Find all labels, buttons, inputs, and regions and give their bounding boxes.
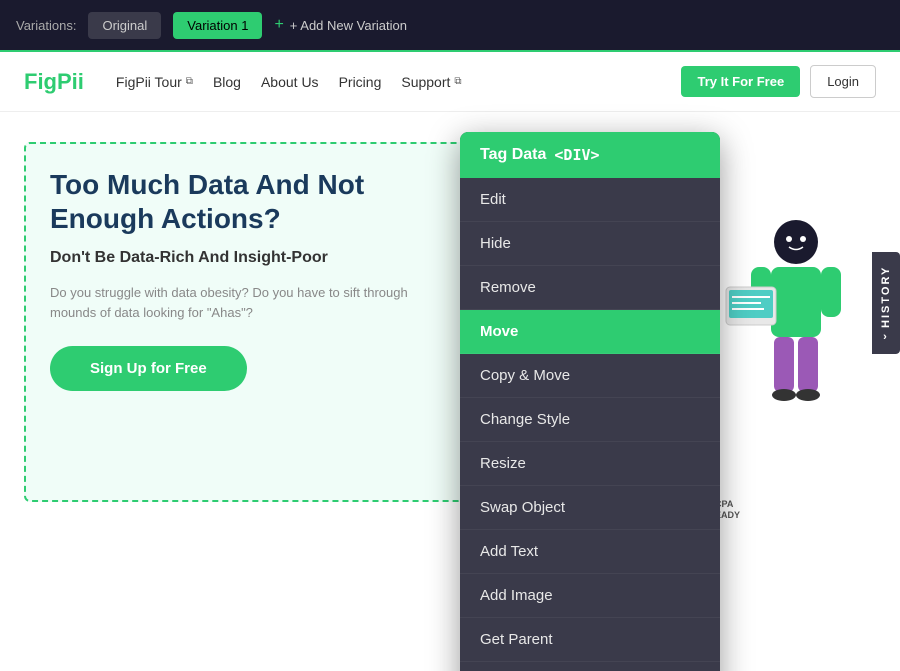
logo-pii: Pii [57, 69, 84, 94]
nav-link-label: Support [401, 74, 450, 90]
hero-body: Do you struggle with data obesity? Do yo… [50, 283, 438, 322]
nav-bar: FigPii FigPii Tour ⧉ Blog About Us Prici… [0, 52, 900, 112]
nav-link-label: Blog [213, 74, 241, 90]
try-it-free-button[interactable]: Try It For Free [681, 66, 800, 97]
tab-variation1[interactable]: Variation 1 [173, 12, 262, 39]
div-tag-label: <DIV> [554, 146, 599, 164]
hero-subtitle: Don't Be Data-Rich And Insight-Poor [50, 249, 438, 267]
variations-label: Variations: [16, 18, 76, 33]
logo-fig: Fig [24, 69, 57, 94]
context-menu-header: Tag Data <DIV> [460, 132, 720, 178]
hero-content-box: Too Much Data And Not Enough Actions? Do… [24, 142, 464, 502]
nav-link-about[interactable]: About Us [261, 74, 319, 90]
hero-title: Too Much Data And Not Enough Actions? [50, 168, 438, 235]
website-area: FigPii FigPii Tour ⧉ Blog About Us Prici… [0, 52, 900, 671]
nav-link-label: About Us [261, 74, 319, 90]
menu-item-cancel[interactable]: Cancel [460, 662, 720, 671]
person-illustration [696, 202, 856, 442]
menu-item-remove[interactable]: Remove [460, 266, 720, 310]
external-link-icon: ⧉ [186, 76, 193, 87]
nav-link-label: FigPii Tour [116, 74, 182, 90]
history-label: HISTORY [880, 266, 892, 328]
login-button[interactable]: Login [810, 65, 876, 98]
menu-item-move[interactable]: Move [460, 310, 720, 354]
menu-item-swap-object[interactable]: Swap Object [460, 486, 720, 530]
add-variation-label: + Add New Variation [290, 18, 407, 33]
menu-item-get-parent[interactable]: Get Parent [460, 618, 720, 662]
menu-item-hide[interactable]: Hide [460, 222, 720, 266]
tab-original[interactable]: Original [88, 12, 161, 39]
nav-link-label: Pricing [339, 74, 382, 90]
chevron-icon: › [883, 331, 889, 343]
menu-item-edit[interactable]: Edit [460, 178, 720, 222]
nav-link-pricing[interactable]: Pricing [339, 74, 382, 90]
history-tab[interactable]: › HISTORY [872, 252, 900, 354]
external-link-icon-support: ⧉ [454, 76, 461, 87]
menu-item-resize[interactable]: Resize [460, 442, 720, 486]
tag-data-label: Tag Data [480, 146, 546, 164]
nav-links: FigPii Tour ⧉ Blog About Us Pricing Supp… [116, 74, 462, 90]
menu-item-copy-move[interactable]: Copy & Move [460, 354, 720, 398]
hero-area: Too Much Data And Not Enough Actions? Do… [0, 112, 900, 532]
logo: FigPii [24, 69, 84, 95]
add-new-variation-button[interactable]: + + Add New Variation [274, 16, 407, 34]
hero-cta-button[interactable]: Sign Up for Free [50, 346, 247, 391]
top-bar: Variations: Original Variation 1 + + Add… [0, 0, 900, 52]
nav-link-figpii-tour[interactable]: FigPii Tour ⧉ [116, 74, 193, 90]
context-menu: Tag Data <DIV> Edit Hide Remove Move Cop… [460, 132, 720, 671]
plus-icon: + [274, 16, 283, 34]
menu-item-add-text[interactable]: Add Text [460, 530, 720, 574]
menu-item-change-style[interactable]: Change Style [460, 398, 720, 442]
nav-link-blog[interactable]: Blog [213, 74, 241, 90]
menu-item-add-image[interactable]: Add Image [460, 574, 720, 618]
nav-link-support[interactable]: Support ⧉ [401, 74, 461, 90]
nav-actions: Try It For Free Login [681, 65, 876, 98]
